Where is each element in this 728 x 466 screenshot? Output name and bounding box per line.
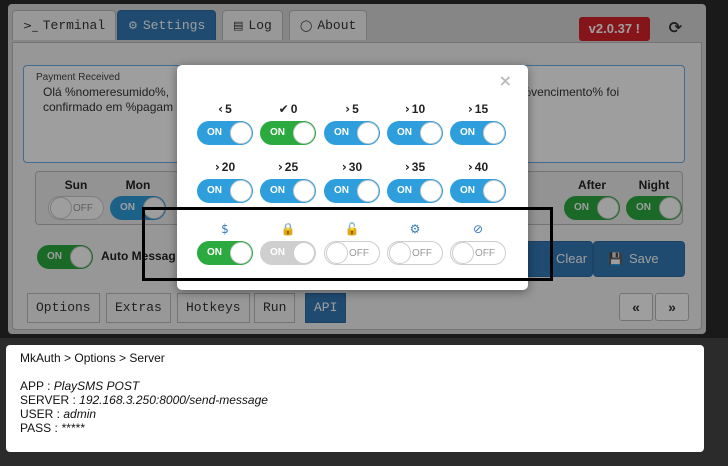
day-cell: › 25 ON: [258, 159, 318, 206]
day-toggle[interactable]: ON: [324, 179, 380, 203]
info-value: *****: [61, 421, 85, 435]
chevron-right-icon: ›: [467, 102, 473, 116]
day-toggle[interactable]: ON: [387, 121, 443, 145]
info-line: SERVER : 192.168.3.250:8000/send-message: [20, 393, 690, 407]
chevron-right-icon: ›: [341, 160, 347, 174]
day-toggle[interactable]: ON: [260, 121, 316, 145]
toggle-state: ON: [270, 127, 285, 138]
day-cell: › 30 ON: [322, 159, 382, 206]
day-toggle[interactable]: ON: [450, 121, 506, 145]
toggle-state: ON: [460, 185, 475, 196]
check-icon: ✔: [278, 102, 289, 116]
chevron-right-icon: ›: [345, 102, 351, 116]
chevron-right-icon: ›: [404, 102, 410, 116]
close-icon[interactable]: ×: [499, 71, 512, 90]
day-cell: ‹ 5 ON: [195, 101, 255, 148]
info-line: USER : admin: [20, 407, 690, 421]
toggle-state: ON: [397, 185, 412, 196]
modal-row-days-2: › 20 ON › 25 ON › 30 ON › 35 ON › 40 ON: [177, 159, 528, 209]
highlight-box: [142, 207, 553, 281]
toggle-state: ON: [460, 127, 475, 138]
toggle-knob: [293, 180, 315, 202]
chevron-right-icon: ›: [404, 160, 410, 174]
chevron-left-icon: ‹: [218, 102, 224, 116]
day-label: 5: [225, 102, 232, 116]
info-key: PASS :: [20, 421, 62, 435]
toggle-knob: [293, 122, 315, 144]
toggle-knob: [230, 180, 252, 202]
toggle-knob: [483, 122, 505, 144]
info-line: APP : PlaySMS POST: [20, 379, 690, 393]
toggle-knob: [357, 180, 379, 202]
day-label: 40: [474, 160, 489, 174]
day-label: 35: [411, 160, 426, 174]
info-key: SERVER :: [20, 393, 80, 407]
day-cell: ✔ 0 ON: [258, 101, 318, 148]
toggle-state: ON: [334, 185, 349, 196]
toggle-state: ON: [334, 127, 349, 138]
modal-row-days: ‹ 5 ON ✔ 0 ON › 5 ON › 10 ON › 15 ON: [177, 101, 528, 151]
day-label: 20: [221, 160, 236, 174]
info-key: APP :: [20, 379, 54, 393]
day-cell: › 40 ON: [448, 159, 508, 206]
toggle-knob: [483, 180, 505, 202]
toggle-knob: [420, 122, 442, 144]
info-line: PASS : *****: [20, 421, 690, 435]
toggle-state: ON: [397, 127, 412, 138]
day-cell: › 20 ON: [195, 159, 255, 206]
server-info-panel: MkAuth > Options > Server APP : PlaySMS …: [6, 345, 704, 452]
day-cell: › 5 ON: [322, 101, 382, 148]
day-label: 25: [284, 160, 299, 174]
toggle-state: ON: [270, 185, 285, 196]
day-toggle[interactable]: ON: [260, 179, 316, 203]
day-toggle[interactable]: ON: [197, 121, 253, 145]
info-value: admin: [63, 407, 97, 421]
day-cell: › 35 ON: [385, 159, 445, 206]
info-key: USER :: [20, 407, 64, 421]
toggle-state: ON: [207, 127, 222, 138]
day-label: 30: [348, 160, 363, 174]
toggle-knob: [420, 180, 442, 202]
day-toggle[interactable]: ON: [197, 179, 253, 203]
day-toggle[interactable]: ON: [387, 179, 443, 203]
day-label: 0: [290, 102, 298, 116]
day-toggle[interactable]: ON: [450, 179, 506, 203]
chevron-right-icon: ›: [467, 160, 473, 174]
breadcrumb: MkAuth > Options > Server: [20, 351, 165, 365]
info-value: 192.168.3.250:8000/send-message: [79, 393, 268, 407]
toggle-knob: [230, 122, 252, 144]
day-cell: › 10 ON: [385, 101, 445, 148]
toggle-state: ON: [207, 185, 222, 196]
chevron-right-icon: ›: [277, 160, 283, 174]
day-label: 10: [411, 102, 426, 116]
day-cell: › 15 ON: [448, 101, 508, 148]
chevron-right-icon: ›: [214, 160, 220, 174]
day-label: 5: [352, 102, 359, 116]
day-label: 15: [474, 102, 489, 116]
info-value: PlaySMS POST: [53, 379, 140, 393]
day-toggle[interactable]: ON: [324, 121, 380, 145]
toggle-knob: [357, 122, 379, 144]
